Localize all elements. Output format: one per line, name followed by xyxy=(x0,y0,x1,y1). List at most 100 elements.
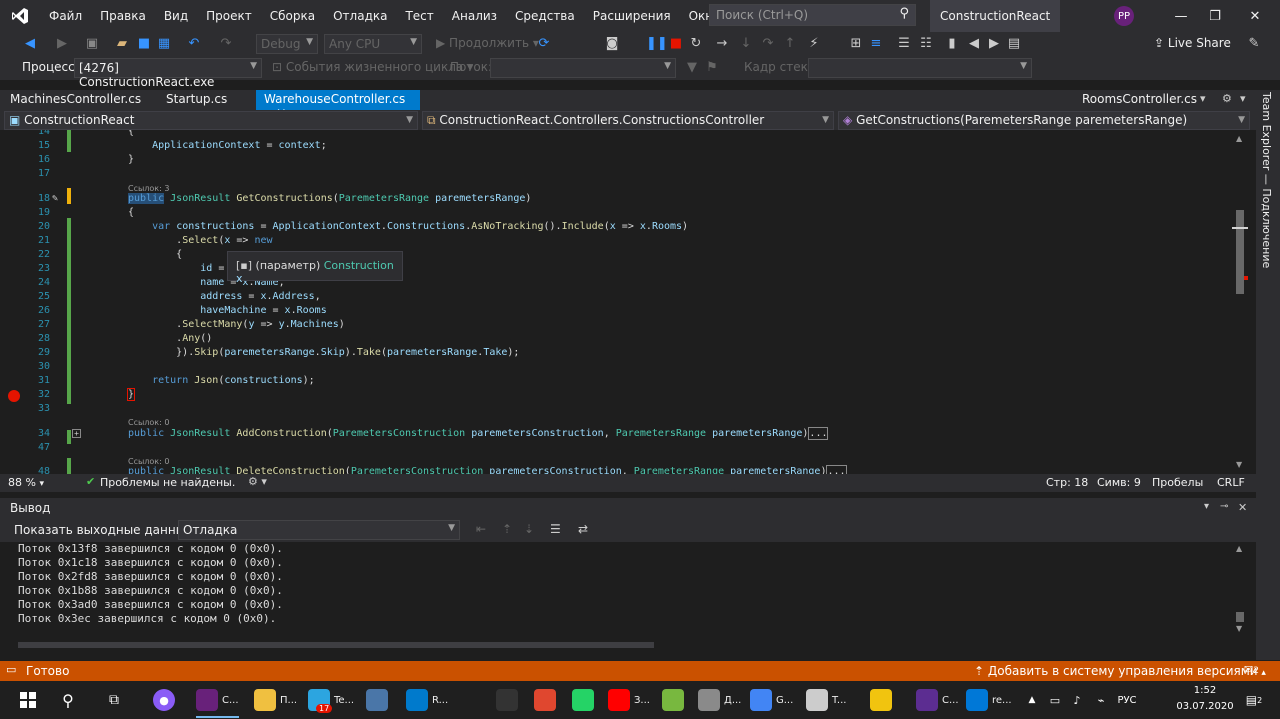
output-hscrollbar[interactable] xyxy=(18,642,654,648)
uncomment-icon[interactable]: ☷ xyxy=(918,36,934,52)
scroll-down-icon[interactable]: ▼ xyxy=(1236,460,1242,469)
team-explorer-side-tab[interactable]: Team Explorer — Подключение xyxy=(1256,90,1280,660)
taskbar-item-visual-studio[interactable]: C... xyxy=(196,682,239,718)
scroll-up-icon[interactable]: ▲ xyxy=(1236,544,1242,553)
power-icon[interactable]: ⌁ xyxy=(1092,682,1110,718)
clock-time[interactable]: 1:52 xyxy=(1170,685,1240,696)
save-icon[interactable]: ■ xyxy=(136,36,152,52)
bookmark-prev-icon[interactable]: ◀ xyxy=(966,36,982,52)
live-share-button[interactable]: ⇪ Live Share xyxy=(1154,36,1231,50)
open-folder-icon[interactable]: ▰ xyxy=(114,36,130,52)
taskbar-item-document-app[interactable]: Д... xyxy=(698,682,741,718)
taskbar-item-telegram[interactable]: 17 Te... xyxy=(308,682,354,718)
flag-icon[interactable]: ⚑ xyxy=(704,60,720,76)
edit-icon[interactable]: ✎ xyxy=(52,193,58,204)
taskbar-item-chrome[interactable]: G... xyxy=(750,682,793,718)
platform-select[interactable]: Any CPU ▼ xyxy=(324,34,422,54)
taskbar-item-vscode[interactable]: R... xyxy=(406,682,448,718)
comment-icon[interactable]: ☰ xyxy=(896,36,912,52)
hex-icon[interactable]: ⚡ xyxy=(806,36,822,52)
pause-icon[interactable]: ❚❚ xyxy=(646,36,668,52)
output-source-select[interactable]: Отладка ▼ xyxy=(178,520,460,540)
close-icon[interactable]: ✕ xyxy=(1238,501,1247,514)
refresh-icon[interactable]: ⟳ xyxy=(536,36,552,52)
issues-status[interactable]: Проблемы не найдены. xyxy=(100,476,235,489)
taskbar-item-utorrent[interactable] xyxy=(662,682,684,718)
language-indicator[interactable]: РУС xyxy=(1112,682,1142,718)
scroll-down-icon[interactable]: ▼ xyxy=(1236,624,1242,633)
feedback-icon[interactable]: ✎ xyxy=(1246,36,1262,52)
redo-icon[interactable]: ↷ xyxy=(218,36,234,52)
restart-icon[interactable]: ↻ xyxy=(688,36,704,52)
network-icon[interactable]: ▭ xyxy=(1046,682,1064,718)
member-select[interactable]: ◈ GetConstructions(ParemetersRange parem… xyxy=(838,111,1250,130)
codelens-references[interactable]: Ссылок: 0 xyxy=(128,418,169,427)
menu-edit[interactable]: Правка xyxy=(91,0,155,32)
line-ending-indicator[interactable]: CRLF xyxy=(1217,476,1245,489)
filter-icon[interactable]: ▼ xyxy=(684,60,700,76)
menu-extensions[interactable]: Расширения xyxy=(584,0,680,32)
windows-start-icon[interactable] xyxy=(10,682,46,718)
clear-all-icon[interactable]: ☰ xyxy=(550,522,561,536)
taskbar-item-text-editor[interactable]: T... xyxy=(806,682,846,718)
taskbar-item-terminal[interactable] xyxy=(496,682,518,718)
taskbar-item-sourcetree[interactable] xyxy=(870,682,892,718)
editor-scrollbar[interactable]: ▲ ▼ xyxy=(1232,130,1248,474)
forward-icon[interactable]: ▶ xyxy=(54,36,70,52)
zoom-select[interactable]: 88 % ▾ xyxy=(8,476,44,489)
step-into-icon[interactable]: ↓ xyxy=(738,36,754,52)
window-position-icon[interactable]: ▾ xyxy=(1204,501,1209,512)
step-over-icon[interactable]: ↷ xyxy=(760,36,776,52)
previous-message-icon[interactable]: ⇡ xyxy=(502,522,512,536)
menu-file[interactable]: Файл xyxy=(40,0,91,32)
task-view-icon[interactable]: ⧉ xyxy=(98,682,130,718)
code-cleanup-icon[interactable]: ⚙ ▾ xyxy=(248,475,267,488)
taskbar-item-yandex-browser[interactable]: З... xyxy=(608,682,650,718)
close-icon[interactable]: ✕ xyxy=(1238,0,1272,32)
align-icon[interactable]: ≡ xyxy=(868,36,884,52)
scrollbar-thumb[interactable] xyxy=(1236,612,1244,622)
code-editor[interactable]: 14 { 15 ApplicationContext = context; 16}… xyxy=(0,130,1240,474)
action-center-icon[interactable]: ▤ 2 xyxy=(1240,682,1268,718)
bookmark-next-icon[interactable]: ▶ xyxy=(986,36,1002,52)
avatar[interactable]: PP xyxy=(1114,6,1134,26)
notifications-icon[interactable]: ✉2 xyxy=(1244,663,1259,676)
menu-analyze[interactable]: Анализ xyxy=(443,0,506,32)
lifecycle-events[interactable]: ⊡ События жизненного цикла ▾ xyxy=(272,60,473,74)
add-to-source-control-button[interactable]: ⇡ Добавить в систему управления версиями… xyxy=(974,664,1266,678)
search-input[interactable]: Поиск (Ctrl+Q) ⚲ xyxy=(709,4,916,26)
find-message-icon[interactable]: ⇤ xyxy=(476,522,486,536)
show-next-statement-icon[interactable]: → xyxy=(714,36,730,52)
taskbar-item-whatsapp[interactable] xyxy=(572,682,594,718)
tray-overflow-icon[interactable]: ▲ xyxy=(1024,682,1040,718)
codelens-references[interactable]: Ссылок: 0 xyxy=(128,457,169,466)
menu-project[interactable]: Проект xyxy=(197,0,261,32)
config-select[interactable]: Debug ▼ xyxy=(256,34,318,54)
codelens-references[interactable]: Ссылок: 3 xyxy=(128,184,169,193)
process-select[interactable]: [4276] ConstructionReact.exe ▼ xyxy=(74,58,262,89)
tab-machines-controller[interactable]: MachinesController.cs xyxy=(2,90,149,110)
bookmark-folder-icon[interactable]: ▤ xyxy=(1006,36,1022,52)
new-item-icon[interactable]: ▣ xyxy=(84,36,100,52)
word-wrap-icon[interactable]: ⇄ xyxy=(578,522,588,536)
menu-view[interactable]: Вид xyxy=(155,0,197,32)
next-message-icon[interactable]: ⇣ xyxy=(524,522,534,536)
project-select[interactable]: ▣ ConstructionReact ▼ xyxy=(4,111,418,130)
class-select[interactable]: ⧉ ConstructionReact.Controllers.Construc… xyxy=(422,111,834,130)
back-icon[interactable]: ◀ xyxy=(22,36,38,52)
expand-icon[interactable]: + xyxy=(72,429,81,438)
taskbar-item-file-explorer[interactable]: П... xyxy=(254,682,297,718)
stackframe-select[interactable]: ▼ xyxy=(808,58,1032,78)
menu-tools[interactable]: Средства xyxy=(506,0,584,32)
clock-date[interactable]: 03.07.2020 xyxy=(1170,701,1240,712)
tab-warehouse-controller[interactable]: WarehouseController.cs ⊸ ✕ xyxy=(256,90,420,120)
continue-button[interactable]: ▶ Продолжить ▾ xyxy=(436,36,539,50)
taskbar-item-git-client[interactable] xyxy=(534,682,556,718)
tab-overflow-icon[interactable]: ▾ xyxy=(1200,92,1206,105)
taskbar-item-vk[interactable] xyxy=(366,682,388,718)
screenshot-icon[interactable]: ◙ xyxy=(604,36,620,52)
settings-icon[interactable]: ⚙ xyxy=(1222,92,1232,105)
cortana-icon[interactable]: ● xyxy=(146,682,182,718)
whitespace-indicator[interactable]: Пробелы xyxy=(1152,476,1203,489)
save-all-icon[interactable]: ▦ xyxy=(156,36,172,52)
